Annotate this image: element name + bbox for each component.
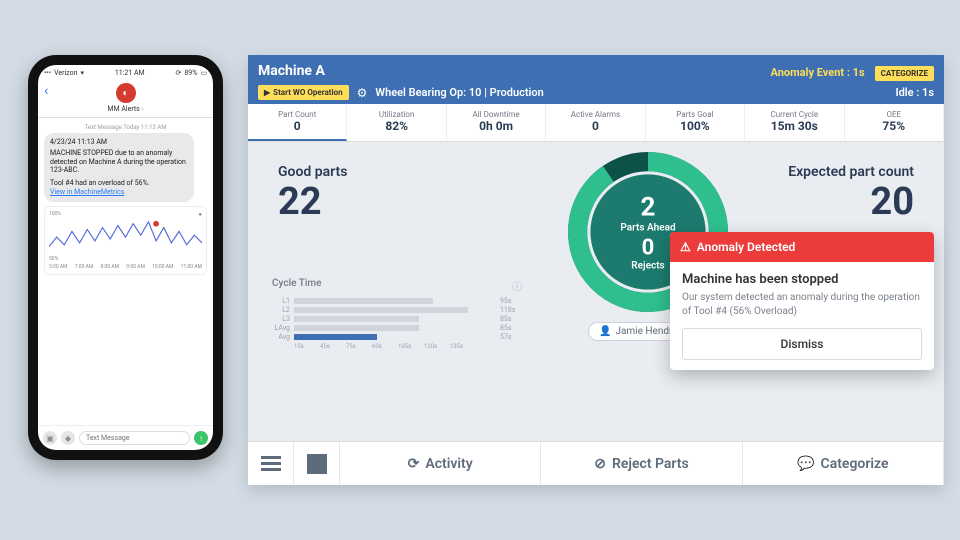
ban-icon: ⊘: [594, 456, 606, 472]
bottom-bar: ⟳Activity ⊘Reject Parts 💬Categorize: [248, 441, 944, 485]
cycle-bar-row: L2118s: [272, 306, 522, 314]
chart-thumbnail: 100%● 50% 5:00 AM7:00 AM8:00 AM9:00 AM10…: [44, 206, 207, 275]
send-icon[interactable]: ↑: [194, 431, 208, 445]
main-panel: Good parts 22 Expected part count 20 2 P…: [248, 142, 944, 441]
kpi-alarms[interactable]: Active Alarms0: [546, 104, 645, 141]
hamburger-icon: [261, 456, 281, 471]
warning-icon: ⚠: [680, 240, 691, 254]
cycle-time-chart: Cycle Timeⓘ L195sL2118sL385sLAvg85sAvg57…: [272, 278, 522, 350]
anomaly-event-label: Anomaly Event : 1s: [771, 66, 865, 79]
view-link[interactable]: View in MachineMetrics: [50, 188, 124, 196]
compose-bar: ▣ ◆ ↑: [38, 425, 213, 450]
idle-label: Idle : 1s: [895, 86, 934, 99]
activity-tab[interactable]: ⟳Activity: [340, 442, 541, 485]
kpi-utilization[interactable]: Utilization82%: [347, 104, 446, 141]
gear-icon: ⚙: [357, 86, 368, 100]
info-icon[interactable]: ⓘ: [512, 278, 522, 293]
cycle-bar-row: L385s: [272, 315, 522, 323]
thread-timestamp: Text Message Today 11:13 AM: [44, 124, 207, 131]
dashboard: Machine A Anomaly Event : 1s CATEGORIZE …: [248, 55, 944, 485]
phone-mock: •••Verizon▾ 11:21 AM ⟳89%▭ ‹ ◐ MM Alerts…: [28, 55, 223, 460]
phone-screen: •••Verizon▾ 11:21 AM ⟳89%▭ ‹ ◐ MM Alerts…: [38, 65, 213, 450]
stop-icon: [307, 454, 327, 474]
expected-parts: Expected part count 20: [788, 164, 914, 224]
kpi-goal[interactable]: Parts Goal100%: [646, 104, 745, 141]
cycle-bar-row: Avg57s: [272, 333, 522, 341]
sms-bubble: 4/23/24 11:13 AM MACHINE STOPPED due to …: [44, 133, 194, 202]
reject-tab[interactable]: ⊘Reject Parts: [541, 442, 742, 485]
message-thread: Text Message Today 11:13 AM 4/23/24 11:1…: [38, 118, 213, 425]
compose-input[interactable]: [79, 431, 190, 445]
play-icon: ▶: [264, 88, 270, 97]
ios-status-bar: •••Verizon▾ 11:21 AM ⟳89%▭: [38, 65, 213, 81]
menu-button[interactable]: [248, 442, 294, 485]
machine-title: Machine A: [258, 63, 325, 79]
anomaly-alert: ⚠ Anomaly Detected Machine has been stop…: [670, 232, 934, 370]
camera-icon[interactable]: ▣: [43, 431, 57, 445]
kpi-downtime[interactable]: All Downtime0h 0m: [447, 104, 546, 141]
alert-body-text: Our system detected an anomaly during th…: [682, 291, 922, 318]
start-wo-button[interactable]: ▶Start WO Operation: [258, 85, 349, 100]
operation-line: Wheel Bearing Op: 10 | Production: [375, 86, 543, 99]
person-icon: 👤: [599, 326, 611, 337]
back-icon[interactable]: ‹: [44, 83, 48, 99]
ios-chat-header: ‹ ◐ MM Alerts ›: [38, 81, 213, 118]
categorize-tab[interactable]: 💬Categorize: [743, 442, 944, 485]
kpi-bar: Part Count0 Utilization82% All Downtime0…: [248, 104, 944, 142]
alert-heading: Machine has been stopped: [682, 272, 922, 287]
chat-icon: 💬: [797, 456, 814, 472]
cycle-bar-row: L195s: [272, 297, 522, 305]
dismiss-button[interactable]: Dismiss: [682, 328, 922, 360]
stop-button[interactable]: [294, 442, 340, 485]
apps-icon[interactable]: ◆: [61, 431, 75, 445]
kpi-oee[interactable]: OEE75%: [845, 104, 944, 141]
dashboard-header: Machine A Anomaly Event : 1s CATEGORIZE …: [248, 55, 944, 104]
kpi-cycle[interactable]: Current Cycle15m 30s: [745, 104, 844, 141]
categorize-button[interactable]: CATEGORIZE: [875, 66, 934, 81]
kpi-part-count[interactable]: Part Count0: [248, 104, 347, 141]
refresh-icon: ⟳: [408, 456, 420, 472]
cycle-bar-row: LAvg85s: [272, 324, 522, 332]
good-parts: Good parts 22: [278, 164, 347, 224]
avatar: ◐: [116, 83, 136, 103]
